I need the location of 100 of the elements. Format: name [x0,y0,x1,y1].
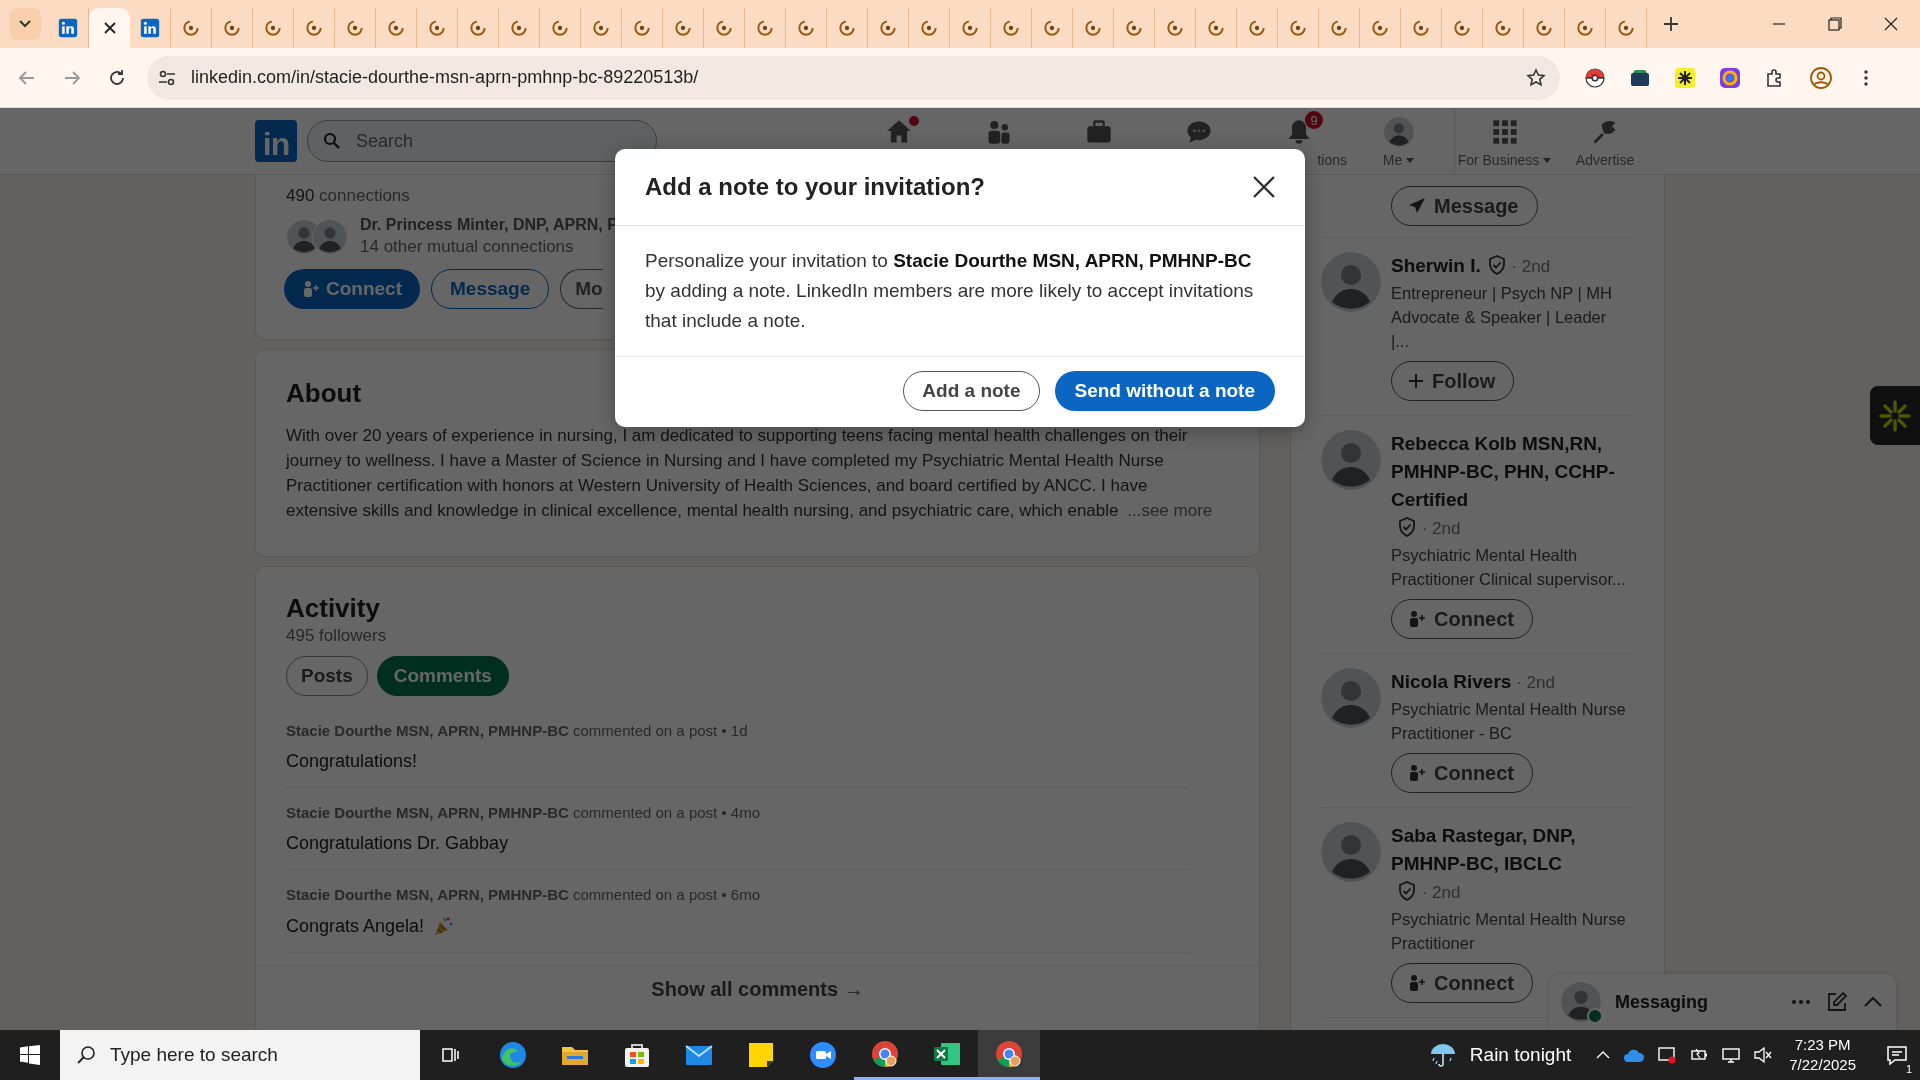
profile-icon[interactable] [1809,65,1833,90]
briefcase-icon [1085,118,1113,146]
linkedin-logo[interactable]: in [255,120,297,162]
message-button[interactable]: Message [1391,186,1538,226]
compose-icon[interactable] [1826,991,1848,1013]
home-icon [885,118,913,146]
loading-icon [427,18,447,38]
messaging-title: Messaging [1615,991,1709,1013]
grid-icon [1491,118,1519,146]
author-name[interactable]: Stacie Dourthe MSN, APRN, PMHNP-BC [286,886,569,903]
tab-search-button[interactable] [9,8,41,40]
nav-item[interactable]: 9 tions [1249,108,1349,174]
add-note-button[interactable]: Add a note [903,371,1040,411]
address-bar[interactable]: linkedin.com/in/stacie-dourthe-msn-aprn-pmhnp-bc-89220513b/ [147,55,1560,100]
message-button[interactable]: Message [431,269,550,309]
person-name[interactable]: Sherwin I. [1391,252,1481,280]
connect-button[interactable]: Connect [1391,963,1533,1003]
avatar [1321,430,1381,490]
loading-icon [1616,18,1636,38]
network-icon[interactable] [1721,1045,1742,1065]
loading-icon [1493,18,1513,38]
person-headline: Psychiatric Mental Health Nurse Practitioner - BC [1391,699,1627,744]
reload-icon[interactable] [107,67,127,88]
loading-icon [755,18,775,38]
loading-icon [796,18,816,38]
search-field[interactable]: Search [307,120,657,162]
messaging-bar[interactable]: Messaging [1549,974,1896,1030]
connect-button[interactable]: Connect [1391,599,1533,639]
loading-icon [222,18,242,38]
nav-item[interactable]: For Business [1455,108,1555,174]
send-button[interactable]: Send without a note [1054,371,1275,411]
filter-pill[interactable]: Comments [376,656,509,696]
comment-meta: commented on a post • 4mo [571,804,760,821]
loading-icon [919,18,939,38]
restore-icon[interactable] [1828,17,1842,31]
see-more-link[interactable]: ...see more [1127,501,1213,520]
author-name[interactable]: Stacie Dourthe MSN, APRN, PMHNP-BC [286,804,569,821]
weather-text[interactable]: Rain tonight [1469,1044,1572,1066]
loading-icon [673,18,693,38]
dialog-message: Personalize your invitation to Stacie Dourthe MSN, APRN, PMHNP-BC by adding a note. LinkedIn members are more likely to accept invitations that include a note. [615,226,1305,357]
loading-icon [1288,18,1308,38]
ball-icon[interactable] [1584,66,1606,89]
caret-icon [1542,155,1553,165]
loading-icon [181,18,201,38]
loading-icon [878,18,898,38]
author-name[interactable]: Stacie Dourthe MSN, APRN, PMHNP-BC [286,722,569,739]
avatar [1561,982,1601,1022]
close-icon[interactable] [1251,174,1277,200]
asterisk-icon[interactable] [1674,66,1696,89]
nav-label: Advertise [1575,152,1635,168]
speaker-muted-icon[interactable] [1753,1045,1774,1065]
loading-icon [714,18,734,38]
person-name[interactable]: Rebecca Kolb MSN,RN, PMHNP-BC, PHN, CCHP-Certified [1391,430,1634,514]
loading-icon [550,18,570,38]
site-icon [140,18,160,38]
filter-pill[interactable]: Posts [286,656,368,696]
close-icon[interactable] [102,21,117,35]
loading-icon [468,18,488,38]
loading-icon [1575,18,1595,38]
clock-date[interactable]: 7/22/2025 [1789,1055,1856,1075]
mutual-count[interactable]: 14 other mutual connections [360,237,618,257]
taskbar-app[interactable] [978,1030,1040,1080]
loading-icon [509,18,529,38]
show-all-link[interactable]: Show all comments → [256,965,1259,1001]
party-popper-icon [432,915,455,937]
avatar [1321,822,1381,882]
widget-button[interactable] [1870,386,1920,445]
plus-icon[interactable] [1663,16,1679,32]
connect-button[interactable]: Connect [284,269,420,309]
person-name[interactable]: Saba Rastegar, DNP, PMHNP-BC, IBCLC [1391,822,1634,878]
nav-item[interactable]: Advertise [1555,108,1655,174]
loading-icon [1206,18,1226,38]
ring-icon[interactable] [1719,66,1741,89]
more-button[interactable]: Mo [560,269,603,309]
add-person-icon [1408,974,1426,992]
loading-icon [837,18,857,38]
monitor-alert-icon[interactable] [1657,1045,1678,1065]
connect-button[interactable]: Connect [1391,753,1533,793]
browser-tab[interactable] [89,8,130,48]
comment-meta: commented on a post • 6mo [571,886,760,903]
video-icon [807,1039,839,1071]
search-field[interactable]: Type here to search [60,1030,420,1080]
star-icon[interactable] [1526,67,1546,88]
notification-icon[interactable] [1885,1043,1909,1067]
follow-button[interactable]: Follow [1391,361,1515,401]
asterisk-icon [1878,398,1912,433]
about-text: With over 20 years of experience in nursing, I am dedicated to supporting teens facing mental health challenges on their journey to wellness. I have a Master of Science in Nursing and I have completed my Psychiatric Mental Health Nurse Practitioner certification with honors at Western University of Health Sciences, and board certified by ANCC. I have extensive skills and knowledge in clinical excellence, mental health nursing, and psychiatric care, which enable ...see more [286,425,1214,522]
search-icon [76,1045,96,1065]
avatar [1321,668,1381,728]
person-name[interactable]: Nicola Rivers [1391,668,1512,696]
close-icon[interactable] [1884,17,1898,31]
clock-time[interactable]: 7:23 PM [1789,1035,1856,1055]
loading-icon [1001,18,1021,38]
cloud-icon[interactable] [1623,1047,1646,1063]
person-headline: Psychiatric Mental Health Practitioner Clinical supervisor... [1391,545,1627,590]
windows-icon[interactable] [19,1044,41,1066]
comment-text: Congratulations Dr. Gabbay [286,833,509,854]
nav-item[interactable]: Me [1349,108,1449,174]
loading-icon [1370,18,1390,38]
loading-icon [386,18,406,38]
